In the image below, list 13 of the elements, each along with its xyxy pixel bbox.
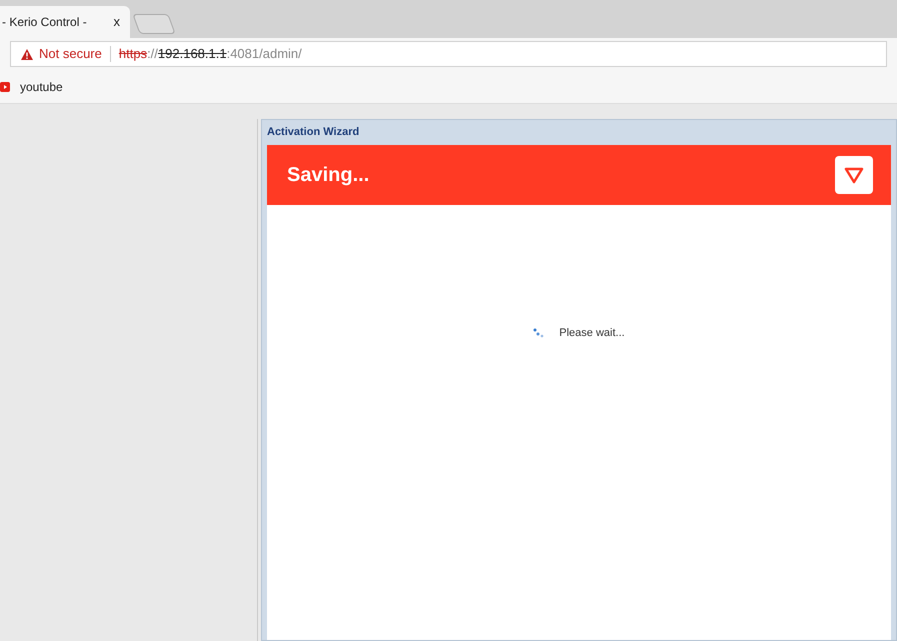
- bookmark[interactable]: youtube: [0, 78, 63, 96]
- new-tab-button[interactable]: [132, 14, 176, 34]
- dialog-title: Activation Wizard: [267, 125, 360, 140]
- address-bar[interactable]: Not secure https://192.168.1.1:4081/admin/: [10, 41, 887, 67]
- security-label: Not secure: [39, 45, 102, 64]
- tab-title: - Kerio Control -: [2, 14, 87, 31]
- status-text: Please wait...: [559, 326, 625, 341]
- browser-tab[interactable]: - Kerio Control - x: [0, 6, 130, 38]
- url-text: https://192.168.1.1:4081/admin/: [118, 45, 302, 64]
- close-icon[interactable]: x: [114, 12, 120, 32]
- warning-icon: [21, 48, 33, 60]
- spinner-icon: [533, 328, 546, 338]
- header-title: Saving...: [287, 163, 370, 188]
